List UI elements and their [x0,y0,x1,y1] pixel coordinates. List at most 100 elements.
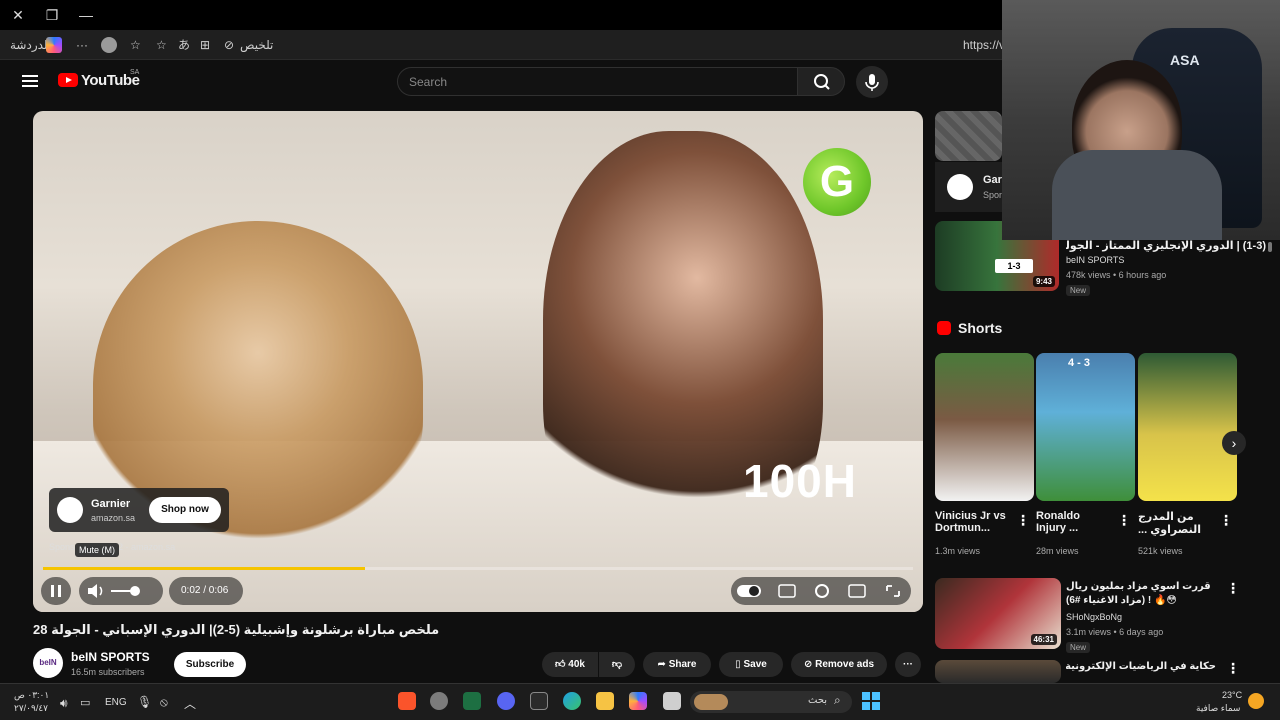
clock-time[interactable]: ٠٣:٠١ ص [14,690,49,701]
summary-label[interactable]: تلخيص [240,36,273,54]
short-title-1[interactable]: Vinicius Jr vs Dortmun... [935,510,1015,534]
chair-logo: ASA [1170,52,1200,68]
menu-icon[interactable] [22,74,38,88]
favorite-star-icon[interactable]: ☆ [130,36,141,54]
rec1-channel[interactable]: beIN SPORTS [1066,255,1124,265]
rec3-title[interactable]: حكاية في الرياضيات الإلكترونية - مساعد [1066,661,1216,672]
short-views-3: 521k views [1138,546,1183,556]
volume-control[interactable] [79,577,163,605]
short-thumbnail-3[interactable] [1138,353,1237,501]
short-views-1: 1.3m views [935,546,981,556]
advertiser-domain: amazon.sa [91,513,136,523]
rec2-menu[interactable]: ⋮ [1226,580,1240,597]
short-menu-2[interactable]: ⋮ [1117,512,1131,529]
rec1-meta: 478k views • 6 hours ago [1066,270,1167,280]
network-tray-icon[interactable]: ▭ [80,696,90,709]
copilot-icon[interactable] [46,37,62,53]
webcam-overlay: ASA [1002,0,1280,240]
rec1-title[interactable]: (1-3) | الدوري الإنجليزي الممتاز - الجول… [1066,239,1266,252]
rec2-channel[interactable]: SHoNgxBoNg [1066,612,1122,622]
search-highlight-icon [694,694,728,710]
like-button[interactable]: 👍︎ 40k [542,652,598,677]
remove-ads-button[interactable]: ⊘ Remove ads [791,652,887,677]
sponsored-card[interactable]: Gar Spon [935,162,1004,212]
taskbar-search[interactable]: بحث ⌕ [690,691,852,713]
profile-icon[interactable] [101,37,117,53]
ad-card[interactable]: Garnier amazon.sa Shop now [49,488,229,532]
volume-tray-icon[interactable]: 🔊︎ [60,696,68,711]
short-menu-3[interactable]: ⋮ [1219,512,1233,529]
shorts-icon [937,321,951,335]
brave-icon[interactable] [398,692,416,710]
copilot-taskbar-icon[interactable] [629,692,647,710]
short-menu-1[interactable]: ⋮ [1016,512,1030,529]
weather-desc[interactable]: سماء صافية [1196,703,1240,714]
short-thumbnail-1[interactable] [935,353,1034,501]
rec2-thumbnail[interactable]: 46:31 [935,578,1061,649]
search-button[interactable] [797,67,845,96]
excel-icon[interactable] [463,692,481,710]
app-icon[interactable] [663,692,681,710]
chevron-up-icon[interactable]: ︿ [184,695,196,712]
store-icon[interactable] [530,692,548,710]
remove-ads-label: Remove ads [815,659,875,670]
file-explorer-icon[interactable] [596,692,614,710]
share-button[interactable]: ➦ Share [643,652,711,677]
edge-icon[interactable] [563,692,581,710]
search-placeholder: Search [409,75,448,89]
rec3-menu[interactable]: ⋮ [1226,660,1240,677]
like-count: 40k [568,659,585,670]
summary-icon[interactable]: ⊘ [224,36,234,54]
scrollbar-thumb[interactable] [1268,242,1272,252]
play-pause-button[interactable] [41,577,71,605]
apps-icon[interactable]: ⊞ [200,36,210,54]
browser-title-bar: ✕ ❐ — [0,0,1002,30]
favorites-icon[interactable]: ☆ [156,36,167,54]
progress-fill [43,567,365,570]
cam-off-tray-icon[interactable]: ⦸ [160,695,168,710]
obs-icon[interactable] [430,692,448,710]
minimize-icon[interactable]: — [76,6,96,24]
language-indicator[interactable]: ENG [105,697,127,708]
region-code: SA [130,69,140,76]
rec2-new-badge: New [1066,642,1091,653]
sponsored-thumbnail[interactable] [935,111,1002,161]
subscribe-button[interactable]: Subscribe [174,652,246,677]
shop-now-button[interactable]: Shop now [149,497,221,523]
mic-tray-icon[interactable]: 🎙︎ [137,695,152,709]
dislike-icon: 👎︎ [611,659,623,670]
scrollbar[interactable] [1268,242,1274,682]
short-title-3[interactable]: من المدرج النصراوي ... [1138,510,1208,536]
rec2-title[interactable]: قررت اسوي مزاد بمليون ريال 😳🔥 ! (مزاد ال… [1066,580,1216,608]
start-icon[interactable] [862,692,880,710]
voice-search-button[interactable] [856,66,888,98]
video-player[interactable]: G 100H Garnier amazon.sa Shop now Sponso… [33,111,923,612]
restore-icon[interactable]: ❐ [42,6,62,24]
channel-avatar[interactable]: beIN [33,648,63,678]
weather-temp[interactable]: 23°C [1222,690,1242,700]
copilot-chat-label[interactable]: الدردشة [10,36,51,54]
rec1-new-badge: New [1066,285,1091,296]
more-icon[interactable]: ··· [76,36,88,54]
translate-icon[interactable]: あ [178,36,190,54]
short-title-2[interactable]: Ronaldo Injury ... [1036,510,1106,534]
rec3-thumbnail[interactable] [935,660,1061,683]
clock-date[interactable]: ٢٧/٠٩/٤٧ [14,703,48,714]
share-icon: ➦ [657,659,666,670]
channel-name[interactable]: beIN SPORTS [71,650,150,664]
dislike-button[interactable]: 👎︎ [599,652,635,677]
save-button[interactable]: ▯ Save [719,652,783,677]
weather-icon[interactable] [1248,693,1264,709]
address-bar-url[interactable]: https://v [963,36,1005,54]
pause-icon [51,585,61,597]
shorts-next-button[interactable]: › [1222,431,1246,455]
discord-icon[interactable] [497,692,515,710]
close-icon[interactable]: ✕ [8,6,28,24]
shorts-label: Shorts [958,320,1003,336]
more-actions-button[interactable]: ··· [895,652,921,677]
advertiser-avatar [57,497,83,523]
search-input[interactable]: Search [397,67,798,96]
share-label: Share [668,659,697,670]
short-thumbnail-2[interactable]: 4 - 3 [1036,353,1135,501]
youtube-logo-icon[interactable] [58,73,78,87]
